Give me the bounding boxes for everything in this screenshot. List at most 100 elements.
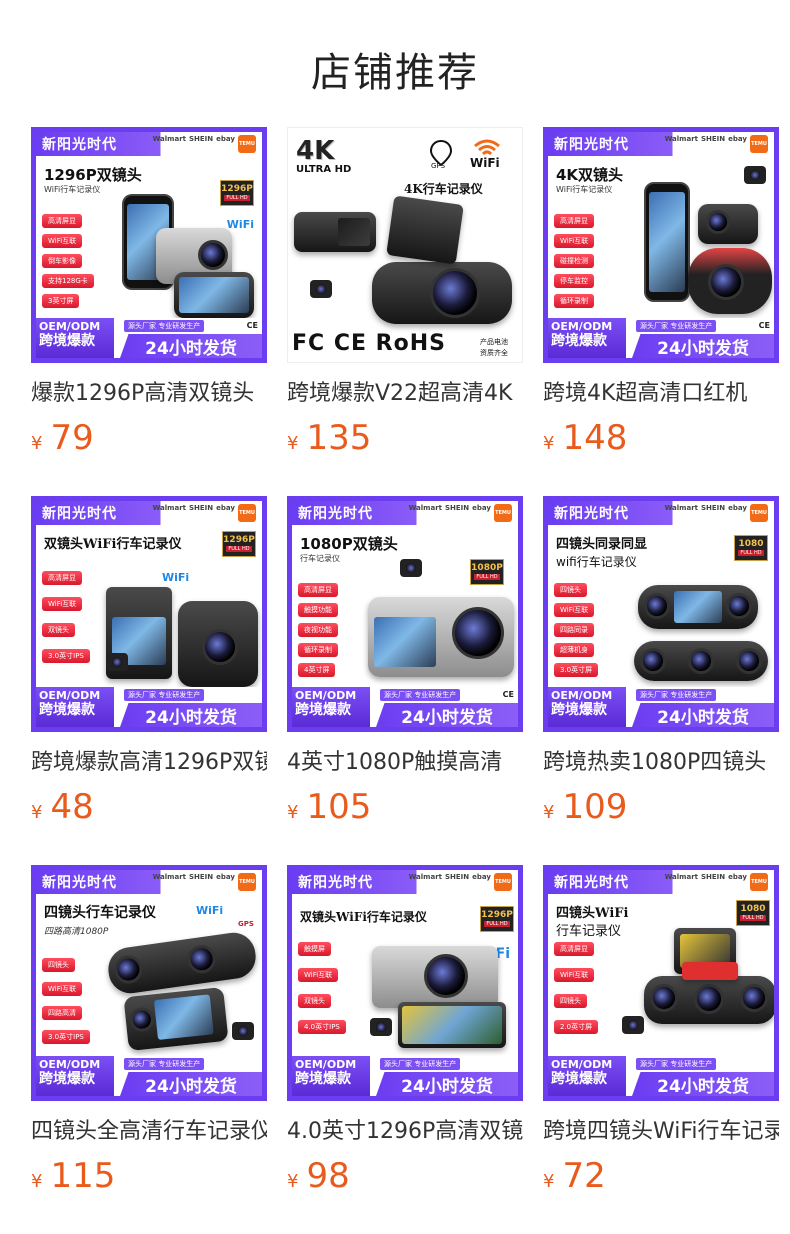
product-image[interactable]: 新阳光时代 Walmart SHEIN ebay TEMU 四镜头WiFi 行车… xyxy=(543,865,779,1101)
resolution-badge: 1296P FULL HD xyxy=(220,180,254,206)
resolution-badge: 1080 FULL HD xyxy=(736,900,770,926)
product-image[interactable]: 新阳光时代 Walmart SHEIN ebay TEMU 4K双镜头 WiFi… xyxy=(543,127,779,363)
feature-chip: 四镜头 xyxy=(554,583,587,597)
rear-cam-illustration xyxy=(744,166,766,184)
product-card[interactable]: 新阳光时代 Walmart SHEIN ebay TEMU 双镜头WiFi行车记… xyxy=(31,496,267,865)
resolution-badge: 1080P FULL HD xyxy=(470,559,504,585)
currency-symbol: ¥ xyxy=(543,802,555,823)
brand-name: 新阳光时代 xyxy=(42,137,117,153)
currency-symbol: ¥ xyxy=(31,1171,43,1192)
ad-subline: 四路高清1080P xyxy=(44,927,109,937)
feature-chip: WiFi互联 xyxy=(554,234,595,248)
product-name[interactable]: 跨境爆款V22超高清4K xyxy=(287,380,523,408)
product-card[interactable]: 新阳光时代 Walmart SHEIN ebay TEMU 四镜头WiFi 行车… xyxy=(543,865,779,1234)
feature-chip: 4.0英寸IPS xyxy=(298,1020,346,1034)
product-name[interactable]: 四镜头全高清行车记录仪 xyxy=(31,1118,267,1146)
dashcam-screen-illustration xyxy=(174,272,254,318)
product-name[interactable]: 跨境热卖1080P四镜头 xyxy=(543,749,779,777)
product-card[interactable]: 新阳光时代 Walmart SHEIN ebay TEMU 四镜头行车记录仪 四… xyxy=(31,865,267,1234)
feature-chip: WiFi互联 xyxy=(298,968,339,982)
wifi-icon: WiFi xyxy=(226,218,254,231)
brand-name: 新阳光时代 xyxy=(554,137,629,153)
wifi-icon: WiFi xyxy=(162,571,190,584)
4k-logo: 4K xyxy=(296,136,335,166)
ship-24h: 24小时发货 xyxy=(120,334,262,358)
cert-note: 产品电池 资质齐全 xyxy=(480,338,508,357)
product-card[interactable]: 新阳光时代 Walmart SHEIN ebay TEMU 四镜头同录同显 wi… xyxy=(543,496,779,865)
feature-chip: 碰撞检测 xyxy=(554,254,594,268)
product-price: 105 xyxy=(306,787,372,827)
ad-bottom-bar: OEM/ODM 跨境爆款 源头厂家 专业研发生产 24小时发货 xyxy=(292,1056,518,1096)
product-name[interactable]: 爆款1296P高清双镜头 xyxy=(31,380,267,408)
walmart-logo: Walmart xyxy=(152,135,186,143)
product-name[interactable]: 4.0英寸1296P高清双镜头 xyxy=(287,1118,523,1146)
product-image[interactable]: 新阳光时代 Walmart SHEIN ebay TEMU 双镜头WiFi行车记… xyxy=(31,496,267,732)
ad-subline: wifi行车记录仪 xyxy=(556,555,637,569)
price-row: ¥ 115 xyxy=(31,1158,267,1194)
feature-chip: 四镜头 xyxy=(42,958,75,972)
ad-headline: 4K双镜头 xyxy=(556,166,624,184)
product-image[interactable]: 新阳光时代 Walmart SHEIN ebay TEMU 双镜头WiFi行车记… xyxy=(287,865,523,1101)
feature-chip: 触摸功能 xyxy=(298,603,338,617)
brand-name: 新阳光时代 xyxy=(42,506,117,522)
mount-illustration xyxy=(386,195,464,265)
wifi-label: WiFi xyxy=(470,156,500,170)
feature-chip: 四路同录 xyxy=(554,623,594,637)
rear-cam-illustration xyxy=(400,559,422,577)
dashcam-illustration xyxy=(123,986,229,1052)
currency-symbol: ¥ xyxy=(31,802,43,823)
product-image[interactable]: 新阳光时代 Walmart SHEIN ebay TEMU 1296P双镜头 W… xyxy=(31,127,267,363)
product-name[interactable]: 跨境爆款高清1296P双镜头 xyxy=(31,749,267,777)
feature-chip: 支持128G卡 xyxy=(42,274,94,288)
feature-chip: WiFi互联 xyxy=(554,968,595,982)
ship-24h: 24小时发货 xyxy=(376,1072,518,1096)
feature-list: 高清屏显 WiFi互联 双镜头 3.0英寸IPS xyxy=(42,571,90,663)
product-name[interactable]: 跨境四镜头WiFi行车记录仪 xyxy=(543,1118,779,1146)
ce-mark: CE xyxy=(502,690,514,699)
product-card[interactable]: 新阳光时代 Walmart SHEIN ebay TEMU 双镜头WiFi行车记… xyxy=(287,865,523,1234)
dashcam-screen-illustration xyxy=(398,1002,506,1048)
product-card[interactable]: 新阳光时代 Walmart SHEIN ebay TEMU 1080P双镜头 行… xyxy=(287,496,523,865)
product-name[interactable]: 4英寸1080P触摸高清 xyxy=(287,749,523,777)
ebay-logo: ebay xyxy=(216,135,235,143)
product-image[interactable]: 新阳光时代 Walmart SHEIN ebay TEMU 四镜头行车记录仪 四… xyxy=(31,865,267,1101)
currency-symbol: ¥ xyxy=(543,1171,555,1192)
ad-bottom-bar: OEM/ODM 跨境爆款 源头厂家 专业研发生产 24小时发货 xyxy=(548,687,774,727)
ad-subline: WiFi行车记录仪 xyxy=(556,185,613,194)
feature-chip: 循环录制 xyxy=(298,643,338,657)
dashcam-illustration xyxy=(698,204,758,244)
ad-subline: WiFi行车记录仪 xyxy=(44,185,101,194)
price-row: ¥ 79 xyxy=(31,420,267,456)
temu-logo: TEMU xyxy=(238,873,256,891)
product-card[interactable]: 新阳光时代 Walmart SHEIN ebay TEMU 4K双镜头 WiFi… xyxy=(543,127,779,496)
dashcam-illustration xyxy=(178,601,258,687)
price-row: ¥ 48 xyxy=(31,789,267,825)
factory-line: 源头厂家 专业研发生产 xyxy=(380,1058,461,1070)
rear-cam-illustration xyxy=(106,653,128,671)
shein-logo: SHEIN xyxy=(189,135,214,143)
phone-illustration xyxy=(644,182,690,302)
product-price: 79 xyxy=(50,418,94,458)
currency-symbol: ¥ xyxy=(543,433,555,454)
product-image[interactable]: 新阳光时代 Walmart SHEIN ebay TEMU 四镜头同录同显 wi… xyxy=(543,496,779,732)
price-row: ¥ 148 xyxy=(543,420,779,456)
product-card[interactable]: 新阳光时代 Walmart SHEIN ebay TEMU 1296P双镜头 W… xyxy=(31,127,267,496)
brand-name: 新阳光时代 xyxy=(298,506,373,522)
page-title: 店铺推荐 xyxy=(311,50,479,96)
ad-title: 4K行车记录仪 xyxy=(404,182,483,196)
feature-list: 高清屏显 WiFi互联 碰撞检测 停车监控 循环录制 xyxy=(554,214,595,308)
ad-bottom-bar: OEM/ODM 跨境爆款 源头厂家 专业研发生产 24小时发货 xyxy=(36,1056,262,1096)
price-row: ¥ 135 xyxy=(287,420,523,456)
feature-chip: 夜视功能 xyxy=(298,623,338,637)
feature-chip: 高清屏显 xyxy=(42,571,82,585)
product-image[interactable]: 新阳光时代 Walmart SHEIN ebay TEMU 1080P双镜头 行… xyxy=(287,496,523,732)
feature-chip: 触摸屏 xyxy=(298,942,331,956)
price-row: ¥ 72 xyxy=(543,1158,779,1194)
product-image[interactable]: 4K ULTRA HD GPS WiFi 4K行车记录仪 FC CE RoHS xyxy=(287,127,523,363)
product-grid: 新阳光时代 Walmart SHEIN ebay TEMU 1296P双镜头 W… xyxy=(31,127,779,1234)
wifi-icon: WiFi xyxy=(196,904,224,917)
ad-headline: 四镜头同录同显 xyxy=(556,537,648,552)
feature-chip: WiFi互联 xyxy=(42,597,83,611)
product-name[interactable]: 跨境4K超高清口红机 xyxy=(543,380,779,408)
product-card[interactable]: 4K ULTRA HD GPS WiFi 4K行车记录仪 FC CE RoHS xyxy=(287,127,523,496)
